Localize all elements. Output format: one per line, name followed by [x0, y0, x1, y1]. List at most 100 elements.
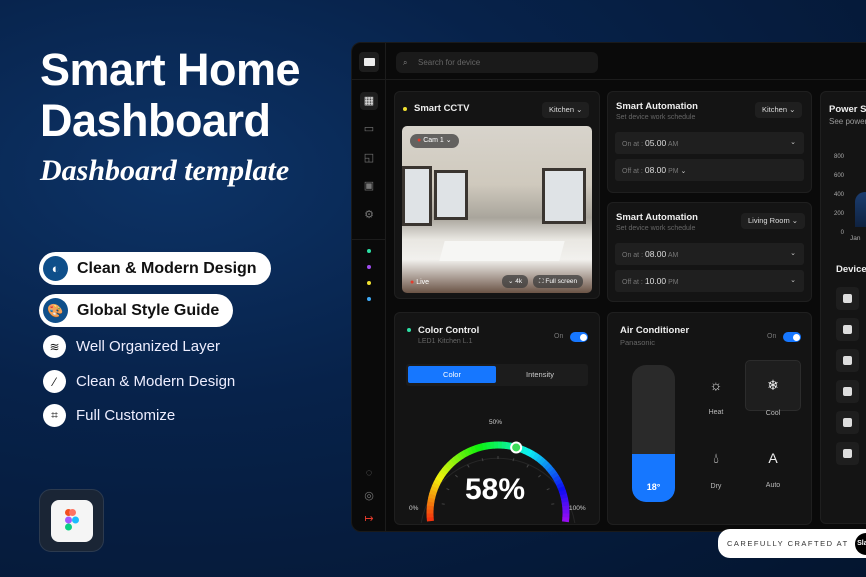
toggle-label: On [767, 333, 777, 340]
room-dropdown[interactable]: Living Room ⌄ [741, 213, 806, 229]
on-label: On at : [622, 141, 644, 148]
room-label: Kitchen [549, 105, 575, 114]
app-logo [359, 52, 379, 72]
mode-dry[interactable]: 💧︎ Dry [688, 450, 744, 490]
off-time-select[interactable]: Off at : 08.00 PM ⌄ [615, 159, 804, 181]
chevron-down-icon: ⌄ [680, 168, 687, 175]
dashboard-window: ▦ ▭ ◱ ▣ ⚙ ◌ ◎ ↦ ⌕ Search for device Smart… [351, 42, 866, 532]
automation-title: Smart Automation [616, 101, 698, 112]
on-label: On at : [622, 252, 644, 259]
fullscreen-icon: ⛶ [539, 278, 544, 285]
dashboard-grid-icon[interactable]: ▦ [360, 92, 378, 110]
toggle-label: On [554, 333, 564, 340]
camera-select[interactable]: ● Cam 1 ⌄ [410, 134, 459, 148]
automation-card-kitchen: Smart Automation Set device work schedul… [607, 91, 812, 193]
on-time-select[interactable]: On at : 05.00 AM ⌄ [615, 132, 804, 154]
room-dropdown[interactable]: Kitchen ⌄ [542, 102, 590, 118]
cast-icon[interactable]: ◱ [360, 149, 378, 167]
hero-title-line2: Dashboard [40, 95, 271, 146]
feature-label: Full Customize [76, 407, 176, 424]
droplet-icon: 💧︎ [713, 450, 719, 466]
mode-label: Cool [765, 410, 781, 417]
power-chart-area [855, 192, 866, 227]
devices-icon[interactable]: ▭ [360, 120, 378, 138]
camera-icon[interactable] [836, 442, 859, 465]
gauge-tick [526, 464, 529, 468]
y-tick: 400 [833, 192, 844, 198]
chat-icon[interactable]: ◌ [360, 464, 378, 482]
mode-heat[interactable]: ☼ Heat [688, 377, 744, 416]
power-title: Power St [829, 104, 866, 115]
user-icon[interactable]: ◎ [360, 487, 378, 505]
gauge-knob[interactable] [510, 441, 523, 454]
status-dot-purple [367, 265, 371, 269]
tab-color[interactable]: Color [408, 366, 496, 383]
gauge-tick [512, 458, 515, 462]
off-label: Off at : [622, 279, 643, 286]
feature-pill-clean-design: ◐ Clean & Modern Design [39, 252, 271, 285]
status-dot-yellow [367, 281, 371, 285]
chevron-down-icon: ⌄ [790, 250, 796, 257]
washer-icon[interactable] [836, 411, 859, 434]
power-stats-card: Power St See power e 800 600 400 200 0 Jan D… [820, 91, 866, 524]
device-name: LED1 Kitchen L.1 [418, 338, 473, 345]
temperature-slider[interactable]: 18° [632, 365, 675, 502]
room-dropdown[interactable]: Kitchen ⌄ [755, 102, 803, 118]
sun-icon: ☼ [709, 377, 723, 393]
feature-layers: ≋ Well Organized Layer [43, 335, 220, 358]
ac-brand: Panasonic [620, 338, 656, 347]
slab-logo: Slab! [854, 532, 866, 555]
quality-label: 4k [515, 278, 523, 285]
settings-gear-icon[interactable]: ⚙ [360, 206, 378, 224]
tab-bar: Color Intensity [406, 364, 588, 386]
ac-toggle[interactable] [783, 332, 801, 342]
logout-icon[interactable]: ↦ [360, 510, 378, 528]
search-input[interactable]: ⌕ Search for device [396, 52, 598, 73]
credit-badge: CAREFULLY CRAFTED AT Slab! [718, 529, 866, 558]
search-placeholder: Search for device [418, 58, 481, 67]
layers-icon: ≋ [43, 335, 66, 358]
on-period: AM [667, 252, 679, 259]
temperature-value: 18° [646, 482, 661, 492]
automation-card-living-room: Smart Automation Set device work schedul… [607, 202, 812, 302]
off-time-select[interactable]: Off at : 10.00 PM ⌄ [615, 270, 804, 292]
hero-subtitle: Dashboard template [40, 154, 290, 187]
color-control-toggle[interactable] [570, 332, 588, 342]
gauge-max-label: 100% [569, 505, 586, 512]
power-y-axis: 800 600 400 200 0 [832, 148, 844, 243]
lightbulb-icon[interactable] [836, 287, 859, 310]
automation-subtitle: Set device work schedule [616, 114, 696, 121]
on-time: 05.00 [644, 138, 667, 148]
credit-text: CAREFULLY CRAFTED AT [727, 539, 849, 548]
room-label: Living Room [748, 216, 790, 225]
mode-cool[interactable]: ❄ Cool [745, 377, 801, 417]
monitor-chart-icon[interactable]: ▣ [360, 177, 378, 195]
off-period: PM [668, 168, 679, 175]
y-tick: 800 [833, 154, 844, 160]
contrast-icon: ◐ [43, 256, 68, 281]
snowflake-icon: ❄ [767, 377, 779, 393]
ac-unit-icon[interactable] [836, 380, 859, 403]
feature-label: Global Style Guide [77, 301, 220, 319]
hero-title-line1: Smart Home [40, 44, 301, 95]
tab-intensity[interactable]: Intensity [496, 366, 584, 383]
live-indicator: ● Live [410, 279, 430, 286]
quality-select[interactable]: ⌄ 4k [502, 275, 529, 288]
mode-auto[interactable]: A Auto [745, 450, 801, 489]
y-tick: 0 [840, 230, 844, 236]
automation-title: Smart Automation [616, 212, 698, 223]
gauge-min-label: 0% [409, 505, 419, 512]
fullscreen-label: Full screen [545, 278, 578, 285]
feature-customize: ⌗ Full Customize [43, 404, 175, 427]
speaker-icon[interactable] [836, 349, 859, 372]
on-time-select[interactable]: On at : 08.00 AM ⌄ [615, 243, 804, 265]
fullscreen-button[interactable]: ⛶ Full screen [533, 275, 584, 288]
gauge-tick [455, 474, 458, 478]
automation-subtitle: Set device work schedule [616, 225, 696, 232]
temperature-fill [632, 454, 675, 502]
tv-icon[interactable] [836, 318, 859, 341]
figma-icon [64, 508, 79, 530]
mode-label: Heat [708, 409, 724, 416]
gauge-mid-label: 50% [489, 419, 503, 426]
off-period: PM [668, 279, 679, 286]
